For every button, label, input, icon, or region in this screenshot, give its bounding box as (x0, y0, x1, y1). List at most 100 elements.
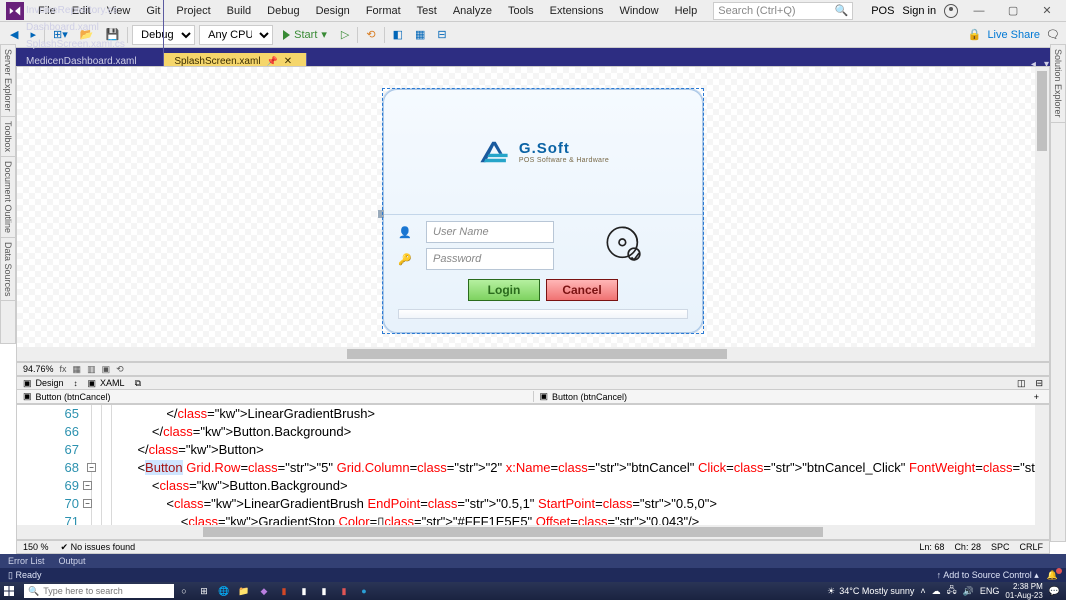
indent-mode[interactable]: SPC (991, 542, 1010, 552)
tab[interactable]: InvoiceRepository.cs (16, 2, 164, 19)
tab[interactable]: SplashScreen.xaml.cs (16, 36, 164, 53)
outline-margin[interactable]: − − − (87, 405, 123, 525)
start-no-debug-icon[interactable]: ▷ (337, 26, 353, 43)
issues-status[interactable]: ✔ No issues found (61, 542, 136, 553)
app-icon-3[interactable]: ▮ (334, 582, 354, 600)
zoom-level[interactable]: 94.76% (23, 364, 54, 374)
panel-output[interactable]: Output (59, 556, 86, 566)
edge-icon[interactable]: 🌐 (214, 582, 234, 600)
designer-split-tabs: ▣ Design ↕ ▣ XAML ⧉ ◫ ⊟ (16, 376, 1050, 390)
split-h-icon[interactable]: ◫ (1017, 378, 1026, 389)
platform-combo[interactable]: Any CPU (199, 25, 273, 45)
maximize-button[interactable]: ▢ (1000, 4, 1026, 17)
menu-help[interactable]: Help (667, 5, 706, 17)
menu-analyze[interactable]: Analyze (445, 5, 500, 17)
code-content[interactable]: </class="kw">LinearGradientBrush> </clas… (123, 405, 1035, 525)
network-icon[interactable]: 🖧 (947, 583, 957, 599)
quick-search[interactable]: Search (Ctrl+Q) 🔍 (713, 2, 853, 20)
menu-debug[interactable]: Debug (259, 5, 307, 17)
xaml-designer[interactable]: G.SoftPOS Software & Hardware 👤 User Nam… (16, 66, 1050, 362)
close-button[interactable]: ✕ (1034, 4, 1060, 17)
panel-error-list[interactable]: Error List (8, 556, 45, 566)
xaml-tab[interactable]: ▣ XAML (88, 378, 125, 389)
element-icon: ▣ (540, 391, 549, 402)
weather-widget[interactable]: ☀34°C Mostly sunny (827, 586, 914, 597)
nav-right[interactable]: Button (btnCancel) (552, 392, 627, 402)
clock[interactable]: 2:38 PM01-Aug-23 (1005, 582, 1042, 600)
tool-data-sources[interactable]: Data Sources (1, 238, 15, 302)
menu-build[interactable]: Build (219, 5, 259, 17)
swap-panes-icon[interactable]: ↕ (74, 379, 78, 388)
action-center-icon[interactable]: 💬 (1049, 586, 1060, 597)
designer-scrollbar-h[interactable] (17, 347, 1049, 361)
app-icon-2[interactable]: ▮ (314, 582, 334, 600)
avatar-icon[interactable] (944, 4, 958, 18)
app-icon-4[interactable]: ● (354, 582, 374, 600)
user-icon: 👤 (398, 226, 420, 239)
editor-zoom[interactable]: 150 % (23, 542, 49, 552)
feedback-icon[interactable]: 🗨 (1046, 28, 1060, 41)
refresh-icon[interactable]: ⟲ (116, 364, 124, 375)
progress-bar (398, 309, 688, 319)
password-input[interactable]: Password (426, 248, 554, 270)
onedrive-icon[interactable]: ☁ (932, 586, 941, 597)
tab[interactable]: Dashboard.xaml (16, 19, 164, 36)
editor-scrollbar-h[interactable] (17, 525, 1049, 539)
volume-icon[interactable]: 🔊 (963, 586, 974, 597)
menu-window[interactable]: Window (611, 5, 666, 17)
powerpoint-icon[interactable]: ▮ (274, 582, 294, 600)
menu-tools[interactable]: Tools (500, 5, 542, 17)
tool-toolbox[interactable]: Toolbox (1, 117, 15, 157)
menu-project[interactable]: Project (168, 5, 218, 17)
line-gutter: 65666768697071 (17, 405, 87, 525)
resize-handle[interactable] (378, 210, 384, 218)
source-control[interactable]: ↑ Add to Source Control ▴ (937, 570, 1039, 581)
nav-left[interactable]: Button (btnCancel) (36, 392, 111, 402)
tool-server-explorer[interactable]: Server Explorer (1, 45, 15, 117)
designer-scrollbar-v[interactable] (1035, 67, 1049, 361)
key-icon: 🔑 (398, 253, 420, 266)
explorer-icon[interactable]: 📁 (234, 582, 254, 600)
cortana-icon[interactable]: ○ (174, 582, 194, 600)
minimize-button[interactable]: — (966, 5, 992, 17)
tool-document-outline[interactable]: Document Outline (1, 157, 15, 238)
language-icon[interactable]: ENG (980, 586, 1000, 596)
menu-format[interactable]: Format (358, 5, 409, 17)
splash-window[interactable]: G.SoftPOS Software & Hardware 👤 User Nam… (383, 89, 703, 333)
menu-design[interactable]: Design (308, 5, 358, 17)
tool-solution-explorer[interactable]: Solution Explorer (1051, 45, 1065, 123)
login-button[interactable]: Login (468, 279, 540, 301)
eol-mode[interactable]: CRLF (1019, 542, 1043, 552)
app-logo: G.SoftPOS Software & Hardware (477, 138, 609, 166)
live-share-button[interactable]: Live Share (987, 29, 1040, 41)
cancel-button[interactable]: Cancel (546, 279, 618, 301)
task-view-icon[interactable]: ⊞ (194, 582, 214, 600)
split-v-icon[interactable]: ⊟ (1035, 378, 1043, 389)
pin-icon[interactable]: 📌 (267, 56, 278, 66)
notifications-icon[interactable]: 🔔 (1047, 570, 1058, 581)
app-icon[interactable]: ▮ (294, 582, 314, 600)
vs-taskbar-icon[interactable]: ◆ (254, 582, 274, 600)
menu-extensions[interactable]: Extensions (542, 5, 612, 17)
username-input[interactable]: User Name (426, 221, 554, 243)
tray-chevron-icon[interactable]: ˄ (920, 586, 925, 596)
device-icon[interactable]: ▣ (102, 364, 111, 375)
nav-add-icon[interactable]: + (1030, 392, 1043, 402)
xaml-editor[interactable]: 65666768697071 − − − </class="kw">Linear… (16, 404, 1050, 540)
grid-icon[interactable]: ▦ (411, 26, 429, 43)
sign-in-link[interactable]: Sign in (902, 5, 936, 17)
hot-reload-icon[interactable]: ⟲ (362, 26, 379, 43)
grid-view-icon[interactable]: ▦ (73, 364, 82, 375)
menu-test[interactable]: Test (409, 5, 445, 17)
taskbar-search[interactable]: 🔍Type here to search (24, 584, 174, 598)
editor-scrollbar-v[interactable] (1035, 405, 1049, 525)
snap-lines-icon[interactable]: ▥ (87, 364, 96, 375)
design-tab[interactable]: ▣ Design (23, 378, 64, 389)
toolbox-icon[interactable]: ◧ (389, 26, 407, 43)
popout-icon[interactable]: ⧉ (135, 378, 141, 389)
snap-icon[interactable]: ⊟ (433, 26, 450, 43)
start-debug-button[interactable]: Start▾ (277, 28, 333, 41)
start-button[interactable] (0, 582, 18, 600)
fx-icon[interactable]: fx (60, 364, 67, 374)
bottom-panels: Error List Output (0, 554, 1066, 568)
